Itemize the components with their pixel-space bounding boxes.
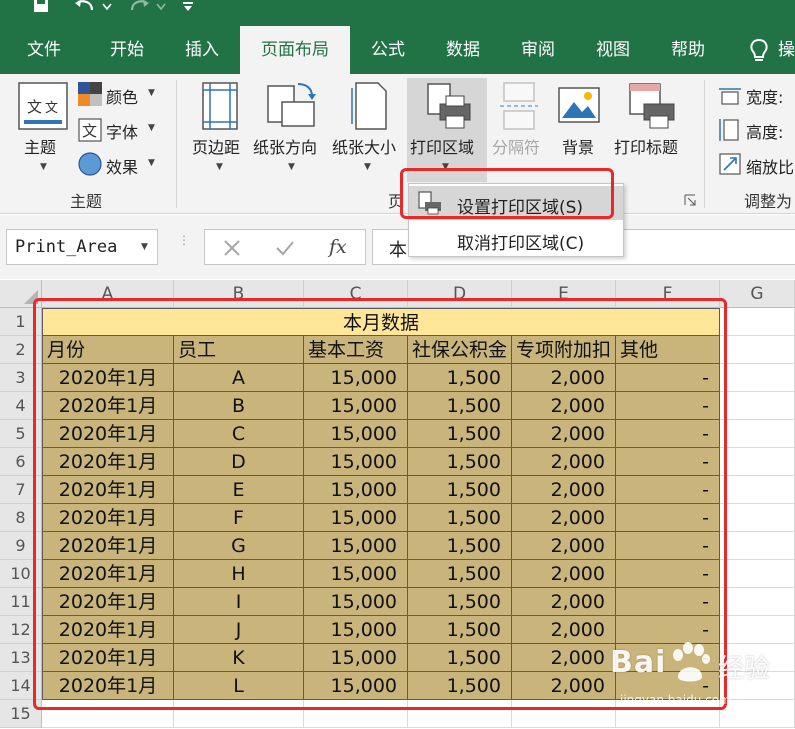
empty-cell[interactable] — [720, 448, 795, 476]
undo-dropdown-icon[interactable] — [102, 0, 112, 14]
theme-effects-button[interactable]: 效果 — [106, 154, 138, 178]
themes-icon[interactable]: 文 文 — [18, 82, 68, 130]
margins-button[interactable]: 页边距 — [192, 134, 240, 158]
cancel-icon — [224, 240, 240, 256]
tab-insert[interactable]: 插入 — [168, 26, 236, 74]
watermark-sub: 经验 — [718, 654, 771, 684]
column-header-g[interactable]: G — [720, 280, 795, 308]
svg-text:文: 文 — [27, 98, 42, 116]
tab-view[interactable]: 视图 — [580, 26, 646, 74]
breaks-button: 分隔符 — [492, 138, 541, 157]
baidu-watermark: Bai 经验 jingyan.baidu.com — [600, 635, 785, 715]
customize-qat-icon[interactable] — [182, 0, 194, 14]
tab-formulas[interactable]: 公式 — [356, 26, 420, 74]
excel-window: 文件 开始 插入 页面布局 公式 数据 审阅 视图 帮助 操 文 文 主题 ▼ — [0, 0, 795, 729]
clear-print-area-label: 取消打印区域(C) — [457, 234, 585, 254]
scale-icon[interactable] — [718, 152, 742, 176]
formula-value: 本 — [389, 240, 407, 261]
empty-cell[interactable] — [720, 588, 795, 616]
tab-page-layout[interactable]: 页面布局 — [240, 26, 350, 74]
theme-colors-dropdown-icon[interactable]: ▼ — [148, 88, 155, 98]
ribbon-tabs: 文件 开始 插入 页面布局 公式 数据 审阅 视图 帮助 操 — [0, 26, 795, 74]
orientation-button[interactable]: 纸张方向 — [253, 134, 317, 158]
background-button[interactable]: 背景 — [562, 134, 594, 158]
print-titles-icon[interactable] — [628, 82, 676, 130]
lightbulb-icon[interactable] — [748, 38, 770, 64]
redo-icon — [130, 0, 149, 11]
tab-home[interactable]: 开始 — [92, 26, 162, 74]
empty-cell[interactable] — [720, 420, 795, 448]
paw-logo-icon — [673, 642, 710, 682]
clear-print-area-item[interactable]: 取消打印区域(C) — [409, 222, 623, 256]
width-label: 宽度: — [746, 88, 784, 107]
orientation-icon[interactable] — [266, 80, 316, 130]
theme-effects-icon[interactable] — [78, 152, 102, 176]
theme-fonts-dropdown-icon[interactable]: ▼ — [148, 123, 155, 133]
empty-cell[interactable] — [720, 560, 795, 588]
margins-icon[interactable] — [202, 82, 238, 130]
breaks-icon — [500, 82, 538, 130]
group-divider — [176, 80, 177, 208]
empty-cell[interactable] — [720, 364, 795, 392]
save-icon[interactable] — [32, 0, 50, 14]
page-setup-dialog-launcher-icon[interactable] — [684, 194, 696, 206]
print-titles-button[interactable]: 打印标题 — [614, 134, 678, 158]
group-divider — [704, 80, 705, 208]
themes-dropdown-icon[interactable]: ▼ — [40, 162, 47, 172]
svg-text:文: 文 — [45, 101, 58, 116]
tab-file[interactable]: 文件 — [8, 26, 80, 74]
tab-tell-me[interactable]: 操 — [778, 26, 795, 74]
formula-buttons: fx — [204, 229, 366, 265]
title-bar — [0, 0, 795, 26]
watermark-brand: Bai — [610, 645, 667, 680]
theme-colors-button[interactable]: 颜色 — [106, 84, 138, 108]
empty-cell[interactable] — [720, 476, 795, 504]
margins-dropdown-icon[interactable]: ▼ — [216, 162, 223, 172]
background-icon[interactable] — [558, 82, 600, 130]
formula-bar-grip-icon: ⋮ — [178, 233, 190, 247]
size-icon[interactable] — [350, 82, 388, 130]
themes-button[interactable]: 主题 — [24, 134, 56, 158]
empty-cell[interactable] — [720, 308, 795, 336]
empty-cell[interactable] — [720, 392, 795, 420]
size-button[interactable]: 纸张大小 — [332, 134, 396, 158]
formula-bar: Print_Area ▼ ⋮ fx 本 — [0, 215, 795, 279]
theme-effects-dropdown-icon[interactable]: ▼ — [148, 158, 155, 168]
redo-dropdown-icon — [156, 3, 166, 11]
name-box-dropdown-icon[interactable]: ▼ — [141, 242, 148, 252]
theme-colors-icon[interactable] — [78, 82, 102, 106]
themes-group-label: 主题 — [70, 192, 103, 211]
insert-function-button[interactable]: fx — [329, 236, 347, 258]
size-dropdown-icon[interactable]: ▼ — [364, 162, 371, 172]
undo-icon[interactable] — [74, 0, 96, 14]
name-box-value: Print_Area — [15, 237, 118, 257]
watermark-url: jingyan.baidu.com — [620, 693, 731, 707]
tab-data[interactable]: 数据 — [430, 26, 496, 74]
theme-fonts-icon[interactable]: 文 — [78, 118, 102, 142]
ribbon-page-layout: 文 文 主题 ▼ 颜色 ▼ 文 字体 ▼ 效果 ▼ 主题 页边距 ▼ 纸张方向 … — [0, 74, 795, 214]
tab-review[interactable]: 审阅 — [506, 26, 570, 74]
height-label: 高度: — [746, 123, 784, 142]
empty-cell[interactable] — [720, 532, 795, 560]
print-area-icon[interactable] — [424, 82, 472, 130]
print-area-button[interactable]: 打印区域 — [410, 134, 474, 158]
width-icon[interactable] — [718, 86, 742, 106]
name-box[interactable]: Print_Area ▼ — [6, 229, 158, 265]
height-icon[interactable] — [718, 118, 742, 142]
enter-icon — [276, 241, 294, 256]
empty-cell[interactable] — [720, 336, 795, 364]
tab-help[interactable]: 帮助 — [656, 26, 720, 74]
annotation-highlight-menu — [400, 168, 614, 219]
empty-cell[interactable] — [720, 504, 795, 532]
scale-label: 缩放比 — [746, 158, 795, 177]
scale-to-fit-group-label: 调整为 — [744, 192, 793, 211]
svg-text:文: 文 — [82, 122, 97, 140]
orientation-dropdown-icon[interactable]: ▼ — [288, 162, 295, 172]
theme-fonts-button[interactable]: 字体 — [106, 119, 138, 143]
